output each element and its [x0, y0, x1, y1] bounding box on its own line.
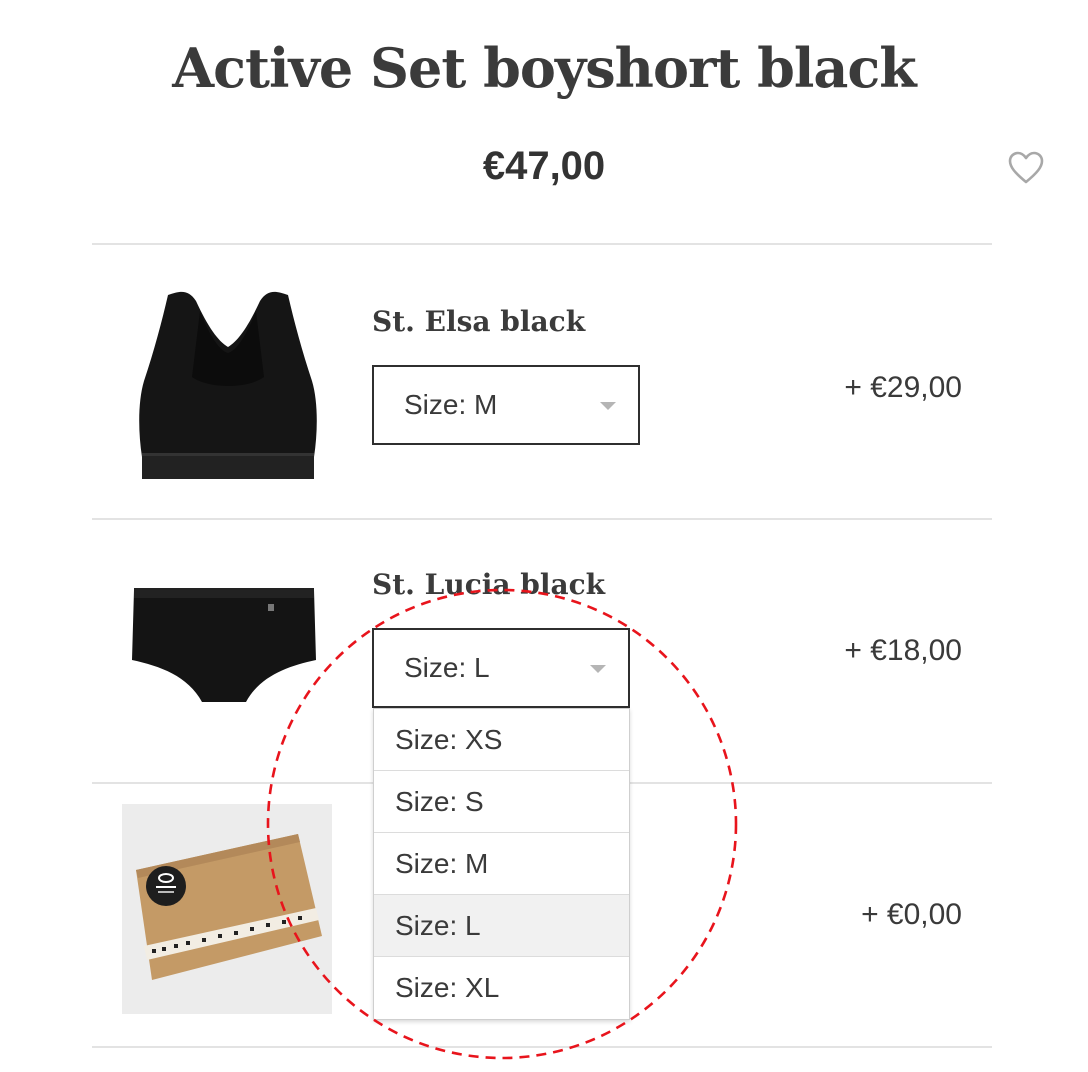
- item-name: St. Elsa black: [372, 305, 586, 338]
- bundle-item-elsa: St. Elsa black Size: M + €29,00: [92, 245, 992, 519]
- divider: [92, 1046, 992, 1048]
- item-name: St. Lucia black: [372, 568, 606, 601]
- sports-bra-image: [139, 291, 317, 479]
- chevron-down-icon: [590, 665, 606, 673]
- size-select-elsa[interactable]: Size: M: [372, 365, 640, 445]
- heart-icon[interactable]: [1007, 150, 1045, 186]
- size-select-lucia[interactable]: Size: L: [372, 628, 630, 708]
- size-select-value: Size: L: [404, 652, 490, 683]
- size-dropdown-menu[interactable]: Size: XS Size: S Size: M Size: L Size: X…: [373, 708, 630, 1020]
- size-option-xl[interactable]: Size: XL: [374, 957, 629, 1019]
- chevron-down-icon: [600, 402, 616, 410]
- boyshort-image: [132, 588, 316, 702]
- size-option-xs[interactable]: Size: XS: [374, 709, 629, 771]
- gift-box-image: [122, 804, 332, 1014]
- size-option-l[interactable]: Size: L: [374, 895, 629, 957]
- product-price: €47,00: [482, 144, 606, 188]
- item-price: + €0,00: [861, 898, 962, 931]
- size-option-s[interactable]: Size: S: [374, 771, 629, 833]
- product-title: Active Set boyshort black: [172, 36, 916, 100]
- size-option-m[interactable]: Size: M: [374, 833, 629, 895]
- size-select-value: Size: M: [404, 389, 498, 420]
- item-price: + €18,00: [844, 634, 962, 667]
- item-price: + €29,00: [844, 371, 962, 404]
